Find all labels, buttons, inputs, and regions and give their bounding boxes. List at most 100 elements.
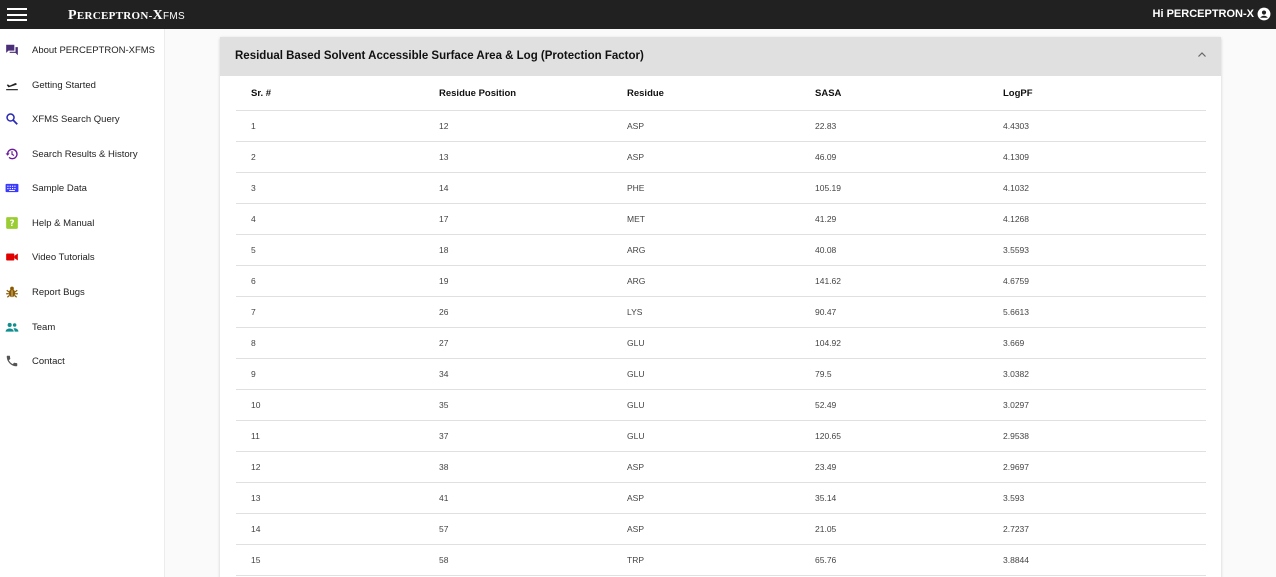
sidebar-item-team[interactable]: Team: [0, 312, 165, 342]
table-cell-residue-position: 17: [439, 214, 449, 224]
help-icon: ?: [5, 216, 19, 230]
table-cell-logpf: 2.9538: [1003, 431, 1029, 441]
search-icon: [5, 112, 19, 126]
sidebar-item-about-perceptron-xfms[interactable]: About PERCEPTRON-XFMS: [0, 35, 165, 65]
table-row: 1 12 ASP 22.83 4.4303: [236, 111, 1206, 142]
table-cell-logpf: 4.1032: [1003, 183, 1029, 193]
table-row: 2 13 ASP 46.09 4.1309: [236, 142, 1206, 173]
panel-title: Residual Based Solvent Accessible Surfac…: [235, 50, 644, 62]
table-row: 9 34 GLU 79.5 3.0382: [236, 359, 1206, 390]
phone-icon: [5, 354, 19, 368]
sidebar-item-label: About PERCEPTRON-XFMS: [32, 44, 155, 56]
sidebar-item-contact[interactable]: Contact: [0, 346, 165, 376]
table-cell-residue: ASP: [627, 524, 645, 534]
table-cell-residue: TRP: [627, 555, 644, 565]
chevron-up-icon[interactable]: [1197, 50, 1207, 60]
table-cell-residue: ARG: [627, 245, 646, 255]
videocam-icon: [5, 250, 19, 264]
app-logo[interactable]: PERCEPTRON-XFMS: [68, 8, 185, 24]
table-cell-logpf: 4.1268: [1003, 214, 1029, 224]
sidebar-item-label: Team: [32, 321, 56, 333]
table-cell-sasa: 35.14: [815, 493, 837, 503]
top-app-bar: PERCEPTRON-XFMS Hi PERCEPTRON-X: [0, 0, 1276, 29]
panel-header[interactable]: Residual Based Solvent Accessible Surfac…: [220, 37, 1221, 76]
table-cell-logpf: 4.1309: [1003, 152, 1029, 162]
table-cell-logpf: 3.0297: [1003, 400, 1029, 410]
sidebar-item-label: Contact: [32, 355, 65, 367]
table-cell-sr: 3: [251, 183, 256, 193]
table-cell-sasa: 23.49: [815, 462, 837, 472]
table-row: 4 17 MET 41.29 4.1268: [236, 204, 1206, 235]
account-circle-icon[interactable]: [1257, 7, 1271, 21]
sidebar-item-search-results-history[interactable]: Search Results & History: [0, 139, 165, 169]
table-cell-residue: GLU: [627, 400, 645, 410]
table-cell-residue-position: 19: [439, 276, 449, 286]
table-row: 12 38 ASP 23.49 2.9697: [236, 452, 1206, 483]
table-cell-residue-position: 34: [439, 369, 449, 379]
keyboard-icon: [5, 181, 19, 195]
table-row: 10 35 GLU 52.49 3.0297: [236, 390, 1206, 421]
svg-text:?: ?: [9, 219, 14, 229]
table-cell-sr: 1: [251, 121, 256, 131]
table-row: 11 37 GLU 120.65 2.9538: [236, 421, 1206, 452]
table-cell-sr: 2: [251, 152, 256, 162]
table-row: 8 27 GLU 104.92 3.669: [236, 328, 1206, 359]
sidebar-item-xfms-search-query[interactable]: XFMS Search Query: [0, 104, 165, 134]
table-cell-sasa: 21.05: [815, 524, 837, 534]
sidebar-item-report-bugs[interactable]: Report Bugs: [0, 277, 165, 307]
table-row: 6 19 ARG 141.62 4.6759: [236, 266, 1206, 297]
table-cell-sr: 13: [251, 493, 261, 503]
table-cell-residue: ASP: [627, 493, 645, 503]
hamburger-menu-icon[interactable]: [7, 8, 27, 21]
table-cell-logpf: 3.5593: [1003, 245, 1029, 255]
sidebar-item-video-tutorials[interactable]: Video Tutorials: [0, 242, 165, 272]
table-cell-residue-position: 37: [439, 431, 449, 441]
table-cell-residue: ASP: [627, 462, 645, 472]
table-cell-residue-position: 58: [439, 555, 449, 565]
table-cell-residue: GLU: [627, 369, 645, 379]
table-cell-sasa: 79.5: [815, 369, 832, 379]
sidebar-item-help-manual[interactable]: ? Help & Manual: [0, 208, 165, 238]
table-cell-logpf: 4.4303: [1003, 121, 1029, 131]
table-header-row: Sr. # Residue Position Residue SASA LogPF: [236, 76, 1206, 111]
table-row: 13 41 ASP 35.14 3.593: [236, 483, 1206, 514]
table-cell-sr: 6: [251, 276, 256, 286]
table-row: 15 58 TRP 65.76 3.8844: [236, 545, 1206, 576]
user-greeting: Hi PERCEPTRON-X: [1152, 8, 1254, 20]
table-cell-residue: LYS: [627, 307, 643, 317]
history-icon: [5, 147, 19, 161]
table-cell-sasa: 105.19: [815, 183, 841, 193]
column-header-sasa: SASA: [815, 87, 842, 99]
table-cell-sasa: 40.08: [815, 245, 837, 255]
results-table: Sr. # Residue Position Residue SASA LogPF 11…: [236, 76, 1206, 576]
sidebar-item-label: Sample Data: [32, 182, 87, 194]
table-row: 7 26 LYS 90.47 5.6613: [236, 297, 1206, 328]
table-cell-logpf: 5.6613: [1003, 307, 1029, 317]
table-cell-residue: ARG: [627, 276, 646, 286]
sidebar-nav: About PERCEPTRON-XFMS Getting Started XF…: [0, 29, 165, 577]
table-cell-logpf: 3.593: [1003, 493, 1025, 503]
table-cell-sasa: 120.65: [815, 431, 841, 441]
table-cell-sr: 9: [251, 369, 256, 379]
table-cell-sasa: 141.62: [815, 276, 841, 286]
table-row: 5 18 ARG 40.08 3.5593: [236, 235, 1206, 266]
table-cell-residue-position: 26: [439, 307, 449, 317]
table-cell-residue-position: 57: [439, 524, 449, 534]
table-cell-sr: 12: [251, 462, 261, 472]
table-cell-residue: ASP: [627, 121, 645, 131]
table-cell-sr: 14: [251, 524, 261, 534]
table-cell-residue-position: 41: [439, 493, 449, 503]
sidebar-item-label: Report Bugs: [32, 286, 85, 298]
sidebar-item-label: Video Tutorials: [32, 251, 95, 263]
table-cell-sr: 15: [251, 555, 261, 565]
table-cell-sasa: 90.47: [815, 307, 837, 317]
table-cell-sasa: 104.92: [815, 338, 841, 348]
table-cell-residue-position: 18: [439, 245, 449, 255]
sidebar-item-label: Getting Started: [32, 79, 96, 91]
sidebar-item-getting-started[interactable]: Getting Started: [0, 70, 165, 100]
sasa-logpf-panel: Residual Based Solvent Accessible Surfac…: [220, 37, 1221, 577]
table-cell-residue-position: 13: [439, 152, 449, 162]
table-row: 3 14 PHE 105.19 4.1032: [236, 173, 1206, 204]
sidebar-item-sample-data[interactable]: Sample Data: [0, 173, 165, 203]
table-cell-residue: GLU: [627, 431, 645, 441]
